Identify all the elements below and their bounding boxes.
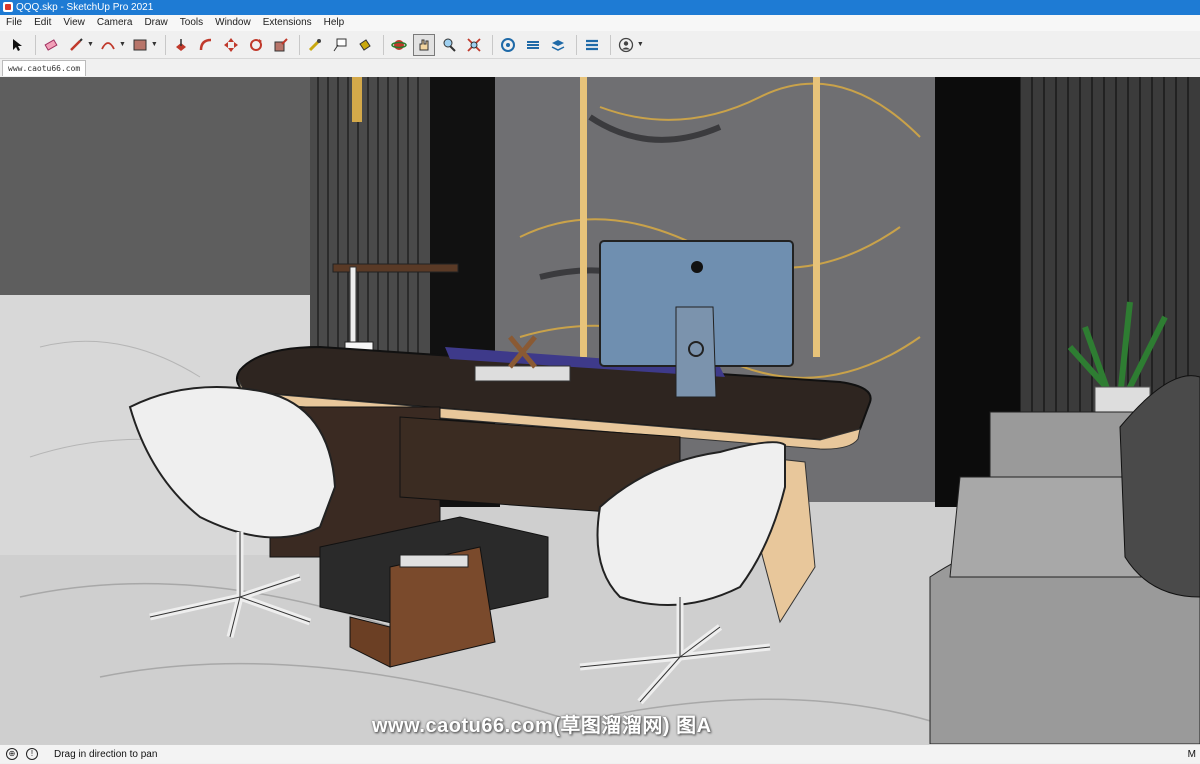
toolbar-separator	[164, 34, 166, 55]
wall-sconce	[352, 77, 362, 122]
window-title: QQQ.skp - SketchUp Pro 2021	[16, 2, 154, 13]
eraser-icon[interactable]	[40, 34, 62, 56]
left-dark-wall	[0, 77, 320, 332]
office-scene-render	[0, 77, 1200, 744]
paint-bucket-icon[interactable]	[354, 34, 376, 56]
pan-icon[interactable]	[412, 33, 435, 56]
gold-strip	[580, 77, 587, 357]
push-pull-icon[interactable]	[170, 34, 192, 56]
geo-location-icon[interactable]: ⊕	[6, 748, 18, 760]
account-dropdown-icon[interactable]: ▼	[637, 41, 644, 48]
apple-logo-icon	[691, 261, 703, 273]
menu-view[interactable]: View	[57, 15, 91, 31]
menu-draw[interactable]: Draw	[138, 15, 173, 31]
tape-measure-icon[interactable]	[304, 34, 326, 56]
arc-dropdown-icon[interactable]: ▼	[119, 41, 126, 48]
follow-me-icon[interactable]	[195, 34, 217, 56]
toolbar-separator	[382, 34, 384, 55]
zoom-icon[interactable]	[438, 34, 460, 56]
text-label-icon[interactable]	[329, 34, 351, 56]
watermark-text: www.caotu66.com(草图溜溜网) 图A	[372, 715, 712, 737]
menu-camera[interactable]: Camera	[91, 15, 139, 31]
styles-icon[interactable]	[581, 34, 603, 56]
menu-tools[interactable]: Tools	[174, 15, 209, 31]
menu-help[interactable]: Help	[318, 15, 351, 31]
sketchup-app-icon	[3, 2, 13, 12]
warehouse-icon[interactable]	[497, 34, 519, 56]
rectangle-dropdown-icon[interactable]: ▼	[151, 41, 158, 48]
gold-strip	[813, 77, 820, 357]
info-icon[interactable]: !	[26, 748, 38, 760]
menu-extensions[interactable]: Extensions	[257, 15, 318, 31]
status-measurements-label: M	[1187, 749, 1196, 760]
menu-file[interactable]: File	[0, 15, 28, 31]
toolbar-separator	[609, 34, 611, 55]
toolbar-separator	[575, 34, 577, 55]
status-message: Drag in direction to pan	[54, 749, 158, 760]
scene-tab[interactable]: www.caotu66.com	[2, 60, 87, 76]
zoom-extents-icon[interactable]	[463, 34, 485, 56]
orbit-icon[interactable]	[388, 34, 410, 56]
title-bar: QQQ.skp - SketchUp Pro 2021	[0, 0, 1200, 15]
arc-icon[interactable]	[97, 34, 119, 56]
rectangle-icon[interactable]	[129, 34, 151, 56]
scene-tab-bar: www.caotu66.com	[0, 59, 1200, 77]
rotate-icon[interactable]	[245, 34, 267, 56]
menu-bar: File Edit View Camera Draw Tools Window Extensi…	[0, 15, 1200, 31]
main-toolbar: ▼ ▼ ▼ ▼	[0, 31, 1200, 59]
3d-viewport[interactable]: www.caotu66.com(草图溜溜网) 图A	[0, 77, 1200, 744]
toolbar-separator	[491, 34, 493, 55]
extension-icon[interactable]	[522, 34, 544, 56]
scale-icon[interactable]	[270, 34, 292, 56]
layers-icon[interactable]	[547, 34, 569, 56]
pencil-dropdown-icon[interactable]: ▼	[87, 41, 94, 48]
toolbar-separator	[298, 34, 300, 55]
menu-window[interactable]: Window	[209, 15, 257, 31]
pencil-line-icon[interactable]	[65, 34, 87, 56]
menu-edit[interactable]: Edit	[28, 15, 57, 31]
toolbar-separator	[35, 34, 36, 55]
status-bar: ⊕ ! Drag in direction to pan M	[0, 744, 1200, 763]
select-arrow-icon[interactable]	[6, 34, 28, 56]
move-icon[interactable]	[220, 34, 242, 56]
account-icon[interactable]	[615, 34, 637, 56]
